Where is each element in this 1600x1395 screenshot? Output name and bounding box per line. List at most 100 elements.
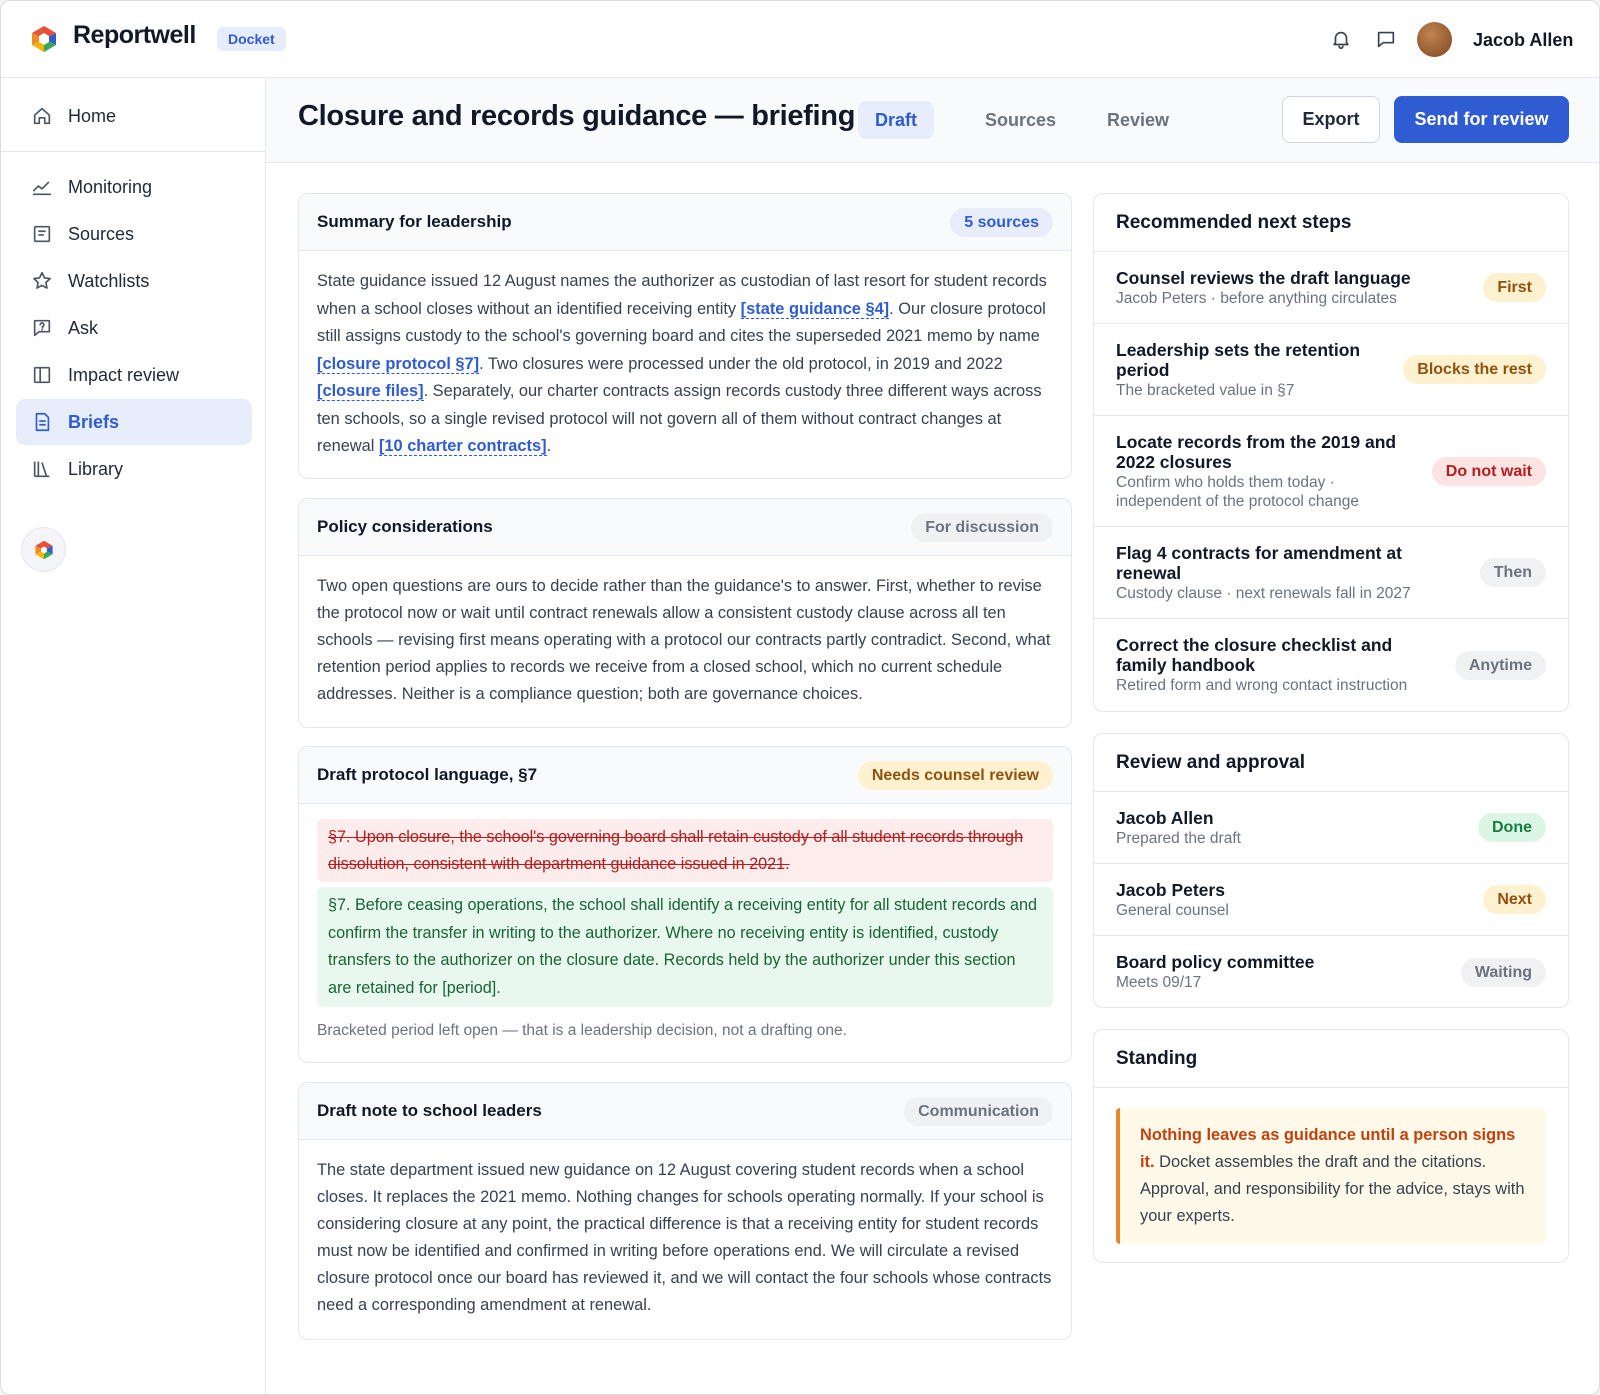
page-header: Closure and records guidance — briefing …: [266, 78, 1599, 163]
assistant-logo-button[interactable]: [21, 527, 66, 572]
export-button[interactable]: Export: [1282, 96, 1380, 143]
sidebar: Home Monitoring Sources Watchlists Ask I…: [1, 78, 266, 1394]
sidebar-divider: [1, 151, 265, 152]
summary-card: Summary for leadership 5 sources State g…: [298, 193, 1072, 479]
status-badge: Done: [1478, 813, 1546, 842]
step-subtitle: The bracketed value in §7: [1116, 381, 1295, 399]
reviewer-name: Jacob Allen: [1116, 807, 1214, 828]
top-bar: Reportwell Docket Jacob Allen: [1, 1, 1599, 78]
status-badge: Anytime: [1454, 650, 1546, 680]
list-item[interactable]: Board policy committee Meets 09/17 Waitin…: [1094, 936, 1568, 1007]
step-subtitle: Retired form and wrong contact instructi…: [1116, 677, 1408, 694]
policy-text: Two open questions are ours to decide ra…: [317, 577, 1051, 703]
step-subtitle: Jacob Peters · before anything circulate…: [1116, 289, 1397, 307]
standing-card: Standing Nothing leaves as guidance unti…: [1093, 1029, 1569, 1263]
trend-icon: [31, 176, 53, 198]
step-title: Correct the closure checklist and family…: [1116, 635, 1393, 675]
list-item[interactable]: Jacob Allen Prepared the draft Done: [1094, 792, 1568, 864]
citation-link[interactable]: [closure files]: [317, 382, 424, 401]
standing-header: Standing: [1094, 1030, 1568, 1088]
sidebar-item-label: Home: [68, 105, 117, 126]
sidebar-item-briefs[interactable]: Briefs: [16, 399, 252, 445]
list-item[interactable]: Jacob Peters General counsel Next: [1094, 864, 1568, 936]
standing-text: Docket assembles the draft and the citat…: [1140, 1153, 1525, 1225]
sidebar-item-label: Monitoring: [68, 176, 153, 197]
app-window: Reportwell Docket Jacob Allen Home Monit…: [0, 0, 1600, 1395]
tab-draft[interactable]: Draft: [858, 101, 935, 139]
brand-name: Reportwell: [73, 21, 196, 49]
status-badge: Then: [1479, 558, 1546, 587]
list-item[interactable]: Counsel reviews the draft language Jacob …: [1094, 252, 1568, 324]
step-subtitle: Confirm who holds them today · independe…: [1116, 473, 1360, 510]
status-badge: Communication: [904, 1096, 1053, 1126]
note-to-leaders-card: Draft note to school leaders Communicati…: [298, 1082, 1072, 1340]
reportwell-logo-icon: [34, 540, 53, 559]
page-title: Closure and records guidance — briefing: [298, 100, 856, 132]
list-item[interactable]: Locate records from the 2019 and 2022 cl…: [1094, 416, 1568, 527]
reviewer-role: Meets 09/17: [1116, 974, 1202, 991]
sidebar-item-label: Briefs: [68, 411, 120, 432]
sidebar-item-label: Impact review: [68, 364, 180, 385]
sidebar-item-library[interactable]: Library: [16, 446, 252, 492]
reviewer-name: Board policy committee: [1116, 952, 1315, 972]
product-badge: Docket: [217, 27, 286, 51]
status-badge: Blocks the rest: [1403, 355, 1546, 384]
summary-text: State guidance issued 12 August names th…: [299, 251, 1071, 477]
star-icon: [31, 270, 53, 292]
note-card-header: Draft note to school leaders Communicati…: [299, 1083, 1071, 1140]
citation-link[interactable]: [10 charter contracts]: [378, 437, 547, 456]
message-icon[interactable]: [1373, 26, 1399, 52]
reviewer-role: Prepared the draft: [1116, 829, 1241, 847]
send-for-review-button[interactable]: Send for review: [1394, 96, 1569, 143]
step-title: Leadership sets the retention period: [1116, 339, 1361, 380]
next-steps-header: Recommended next steps: [1094, 194, 1568, 252]
standing-callout: Nothing leaves as guidance until a perso…: [1116, 1108, 1546, 1244]
draft-note: Bracketed period left open — that is a l…: [317, 1022, 847, 1039]
document-icon: [31, 223, 53, 245]
status-badge: For discussion: [911, 512, 1053, 542]
review-approval-card: Review and approval Jacob Allen Prepared …: [1093, 733, 1569, 1008]
brief-icon: [31, 411, 53, 433]
chat-question-icon: [31, 317, 53, 339]
status-badge: Waiting: [1460, 957, 1546, 987]
sources-count-badge[interactable]: 5 sources: [950, 207, 1053, 237]
sidebar-item-home[interactable]: Home: [16, 93, 252, 139]
policy-card-header: Policy considerations For discussion: [299, 499, 1071, 556]
list-item[interactable]: Leadership sets the retention period The …: [1094, 324, 1568, 416]
library-icon: [31, 458, 53, 480]
sidebar-item-ask[interactable]: Ask: [16, 305, 252, 351]
tab-review[interactable]: Review: [1090, 101, 1186, 139]
user-name[interactable]: Jacob Allen: [1473, 30, 1573, 51]
next-steps-title: Recommended next steps: [1116, 211, 1352, 233]
tab-sources[interactable]: Sources: [968, 101, 1073, 139]
reviewer-role: General counsel: [1116, 901, 1229, 919]
reportwell-logo-icon[interactable]: [30, 25, 58, 53]
status-badge: Do not wait: [1431, 456, 1546, 486]
sidebar-item-watchlists[interactable]: Watchlists: [16, 258, 252, 304]
status-badge: Needs counsel review: [857, 760, 1053, 790]
citation-link[interactable]: [state guidance §4]: [740, 299, 890, 319]
status-badge: Next: [1483, 885, 1546, 914]
note-title: Draft note to school leaders: [317, 1101, 542, 1120]
draft-card-header: Draft protocol language, §7 Needs counse…: [299, 747, 1071, 804]
summary-text-part: . Two closures were processed under the …: [479, 354, 1003, 373]
summary-title: Summary for leadership: [317, 212, 512, 231]
sidebar-item-sources[interactable]: Sources: [16, 211, 252, 257]
sidebar-item-label: Sources: [68, 223, 135, 244]
citation-link[interactable]: [closure protocol §7]: [317, 354, 480, 374]
sidebar-item-impact-review[interactable]: Impact review: [16, 352, 252, 398]
review-header: Review and approval: [1094, 734, 1568, 792]
status-badge: First: [1483, 273, 1546, 302]
bell-icon[interactable]: [1328, 26, 1354, 52]
review-title: Review and approval: [1116, 751, 1306, 773]
list-item[interactable]: Correct the closure checklist and family…: [1094, 619, 1568, 711]
reviewer-name: Jacob Peters: [1116, 879, 1225, 900]
sidebar-item-monitoring[interactable]: Monitoring: [16, 164, 252, 210]
avatar[interactable]: [1417, 22, 1452, 57]
step-subtitle: Custody clause · next renewals fall in 2…: [1116, 584, 1411, 602]
draft-title: Draft protocol language, §7: [317, 765, 538, 784]
list-item[interactable]: Flag 4 contracts for amendment at renewa…: [1094, 527, 1568, 619]
policy-card: Policy considerations For discussion Two…: [298, 498, 1072, 728]
step-title: Counsel reviews the draft language: [1116, 267, 1411, 288]
columns-icon: [31, 364, 53, 386]
